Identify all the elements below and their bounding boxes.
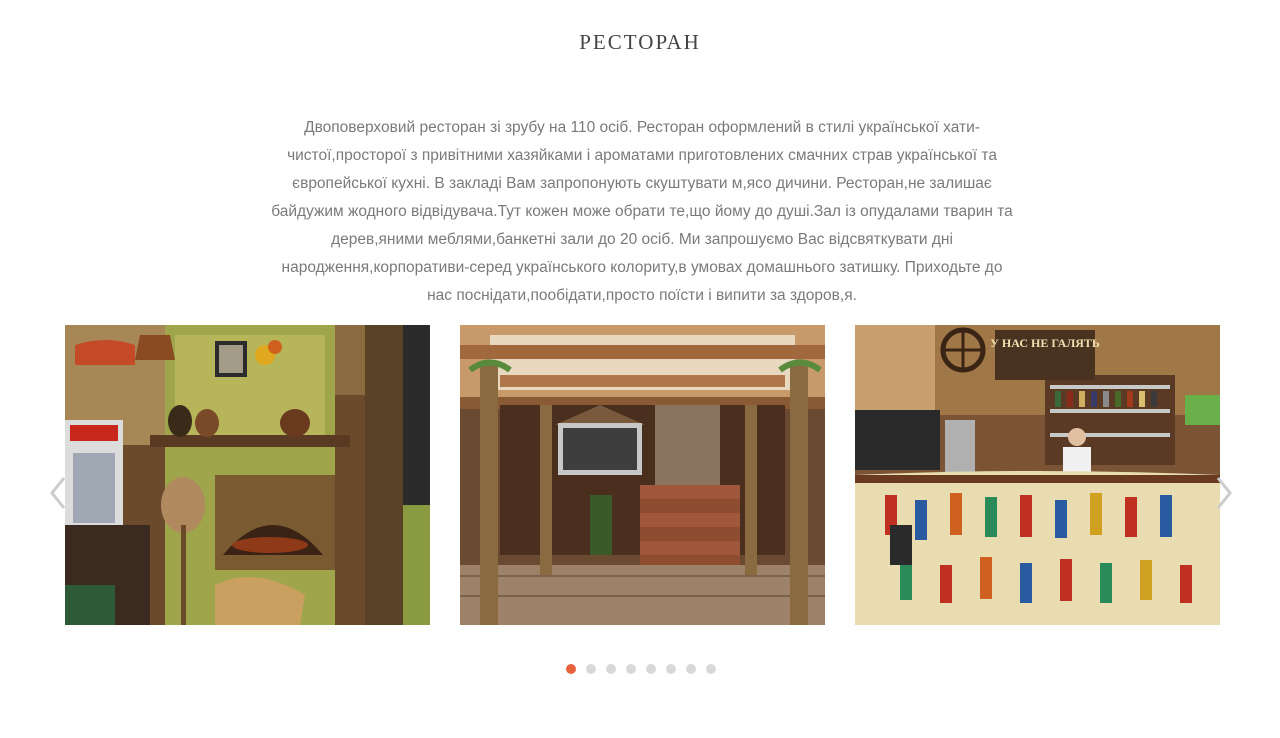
chevron-right-icon bbox=[1216, 477, 1232, 509]
description-line: Двоповерховий ресторан зі зрубу на 110 о… bbox=[304, 119, 980, 136]
description-line: дерев,яними меблями,банкетні зали до 20 … bbox=[331, 231, 953, 248]
carousel-dot-6[interactable] bbox=[666, 664, 676, 674]
section-title: РЕСТОРАН bbox=[579, 30, 701, 54]
carousel-dot-1[interactable] bbox=[566, 664, 576, 674]
carousel-next-button[interactable] bbox=[1214, 475, 1234, 511]
description-line: байдужим жодного відвідувача.Тут кожен м… bbox=[271, 203, 1013, 220]
carousel-slide-bar[interactable]: У НАС НЕ ГАЛЯТЬ bbox=[855, 325, 1220, 625]
carousel-slide-stove[interactable] bbox=[65, 325, 430, 625]
description-line: чистої,просторої з привітними хазяйками … bbox=[287, 147, 997, 164]
description-line: нас поснідати,пообідати,просто поїсти і … bbox=[427, 287, 857, 304]
carousel-dot-3[interactable] bbox=[606, 664, 616, 674]
bar-sign-text: У НАС НЕ ГАЛЯТЬ bbox=[990, 336, 1100, 350]
carousel-dot-8[interactable] bbox=[706, 664, 716, 674]
carousel-slide-hall[interactable] bbox=[460, 325, 825, 625]
carousel-dot-2[interactable] bbox=[586, 664, 596, 674]
carousel-dot-5[interactable] bbox=[646, 664, 656, 674]
carousel-prev-button[interactable] bbox=[48, 475, 68, 511]
chevron-left-icon bbox=[50, 477, 66, 509]
carousel-dot-4[interactable] bbox=[626, 664, 636, 674]
photo-carousel: У НАС НЕ ГАЛЯТЬ bbox=[0, 325, 1280, 625]
photo-hall-staircase bbox=[460, 325, 825, 625]
photo-bar-counter: У НАС НЕ ГАЛЯТЬ bbox=[855, 325, 1220, 625]
carousel-dot-7[interactable] bbox=[686, 664, 696, 674]
description-line: європейської кухні. В закладі Вам запроп… bbox=[292, 175, 992, 192]
carousel-pagination bbox=[566, 664, 716, 676]
photo-stove-interior bbox=[65, 325, 430, 625]
description-line: народження,корпоративи-серед українськог… bbox=[281, 259, 1003, 276]
restaurant-description: Двоповерховий ресторан зі зрубу на 110 о… bbox=[255, 114, 1029, 310]
